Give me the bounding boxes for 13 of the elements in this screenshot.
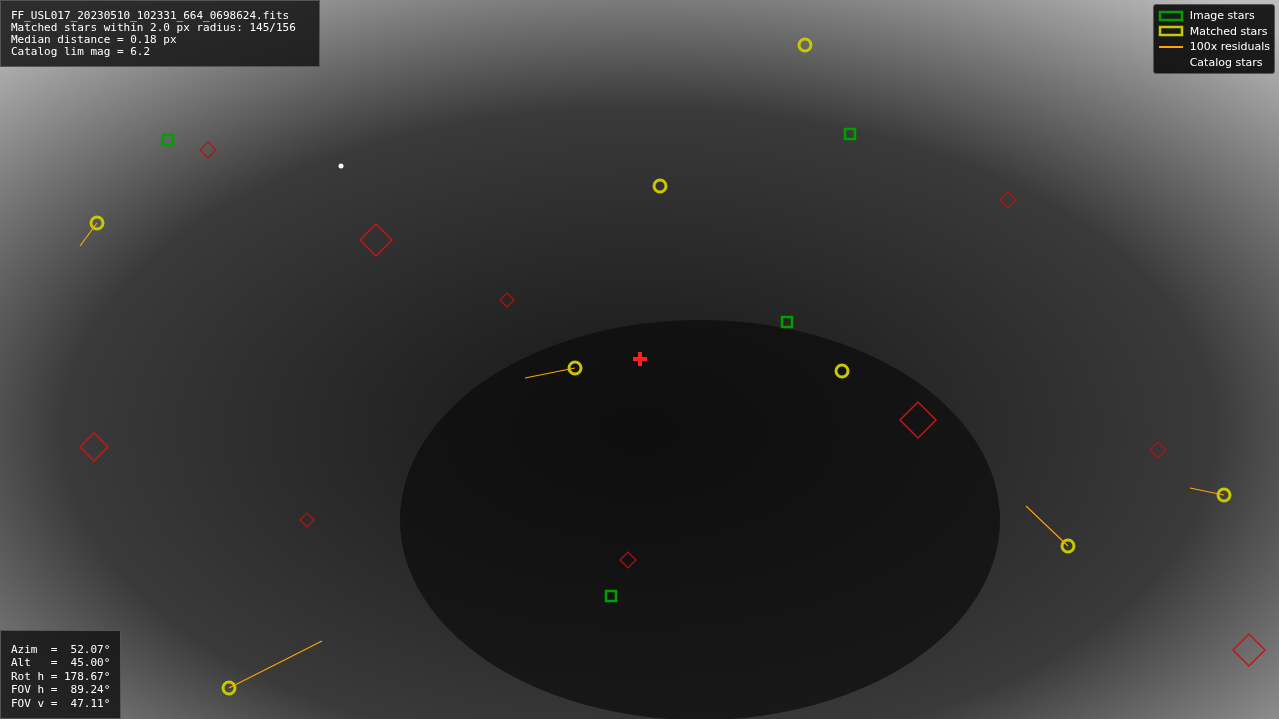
pointing-text: FOV h = 89.24°: [11, 683, 111, 697]
info-text: FF_USL017_20230510_102331_664_0698624.fits: [11, 10, 291, 22]
legend-label: Matched stars: [1189, 24, 1268, 38]
info-text: Matched stars within 2.0 px radius: 145/156: [11, 22, 297, 34]
legend-label: Image stars: [1189, 9, 1255, 23]
info-text: Catalog lim mag = 6.2: [11, 46, 152, 58]
pointing-text: FOV v = 47.11°: [11, 696, 111, 710]
pointing-text: Alt = 45.00°: [11, 656, 111, 670]
pointing-text: Rot h = 178.67°: [11, 669, 111, 683]
info-text: Median distance = 0.18 px: [11, 34, 178, 46]
legend-label: 100x residuals: [1189, 40, 1270, 54]
pointing-text: Azim = 52.07°: [11, 642, 111, 656]
legend-label: Catalog stars: [1189, 55, 1263, 69]
